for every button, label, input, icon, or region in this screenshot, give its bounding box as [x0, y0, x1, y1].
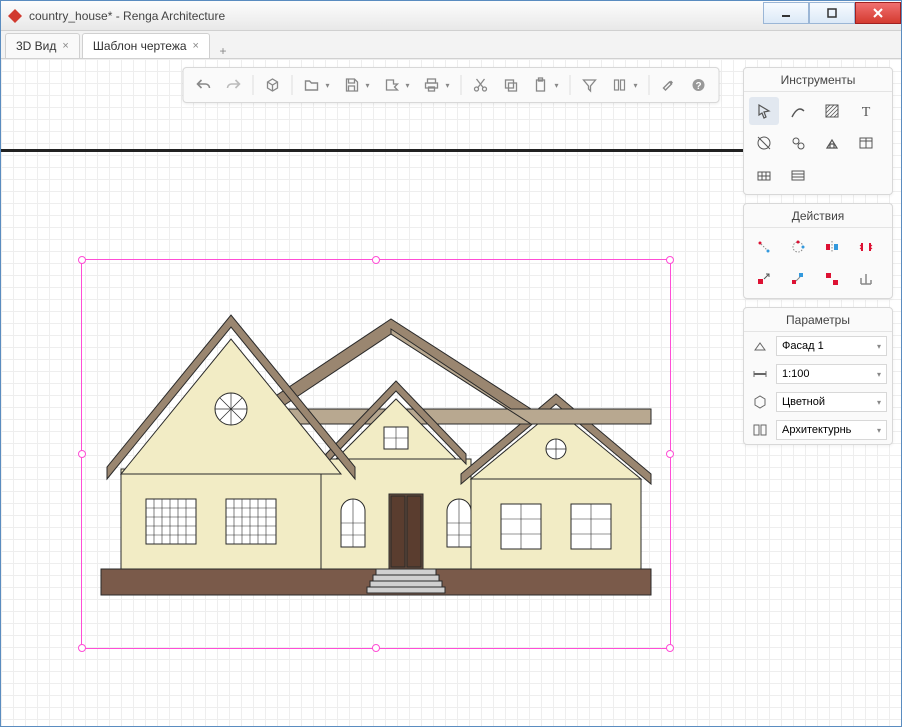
resize-handle[interactable] [666, 644, 674, 652]
color-icon [749, 391, 771, 413]
panel-title: Инструменты [744, 68, 892, 92]
cut-button[interactable] [467, 72, 495, 98]
grid-tool[interactable] [749, 161, 779, 189]
layers-button[interactable] [606, 72, 634, 98]
window-title: country_house* - Renga Architecture [29, 9, 763, 23]
resize-handle[interactable] [666, 256, 674, 264]
svg-text:?: ? [695, 81, 701, 92]
copy-button[interactable] [497, 72, 525, 98]
filter-button[interactable] [576, 72, 604, 98]
resize-handle[interactable] [78, 644, 86, 652]
scale-select[interactable]: 1:100▾ [776, 364, 887, 384]
stretch-action[interactable] [783, 265, 813, 293]
chevron-down-icon: ▾ [877, 370, 881, 379]
window-controls [763, 2, 901, 24]
resize-handle[interactable] [372, 644, 380, 652]
app-icon [7, 8, 23, 24]
settings-button[interactable] [655, 72, 683, 98]
side-panels: Инструменты T Действ [743, 59, 901, 445]
chevron-down-icon[interactable]: ▾ [446, 81, 456, 90]
maximize-button[interactable] [809, 2, 855, 24]
tab-3d-view[interactable]: 3D Вид × [5, 33, 80, 58]
close-icon[interactable]: × [193, 40, 199, 52]
text-tool[interactable]: T [851, 97, 881, 125]
export-button[interactable] [378, 72, 406, 98]
section-divider [1, 149, 743, 152]
chevron-down-icon: ▾ [877, 426, 881, 435]
select-tool[interactable] [749, 97, 779, 125]
tab-drawing-template[interactable]: Шаблон чертежа × [82, 33, 210, 58]
save-button[interactable] [338, 72, 366, 98]
undo-button[interactable] [190, 72, 218, 98]
axis-tool[interactable] [783, 129, 813, 157]
move-action[interactable] [749, 233, 779, 261]
print-button[interactable] [418, 72, 446, 98]
flip-action[interactable] [851, 233, 881, 261]
table-tool[interactable] [851, 129, 881, 157]
redo-button[interactable] [220, 72, 248, 98]
resize-handle[interactable] [372, 256, 380, 264]
paste-button[interactable] [527, 72, 555, 98]
chevron-down-icon: ▾ [877, 398, 881, 407]
mirror-action[interactable] [817, 233, 847, 261]
box-button[interactable] [259, 72, 287, 98]
chevron-down-icon[interactable]: ▾ [406, 81, 416, 90]
open-button[interactable] [298, 72, 326, 98]
canvas[interactable]: ▾ ▾ ▾ ▾ ▾ ▾ ? [1, 59, 901, 726]
resize-handle[interactable] [78, 450, 86, 458]
tab-bar: 3D Вид × Шаблон чертежа × + [1, 31, 901, 59]
rotate-action[interactable] [783, 233, 813, 261]
dimension-tool[interactable] [749, 129, 779, 157]
tab-label: Шаблон чертежа [93, 39, 187, 53]
tools-panel: Инструменты T [743, 67, 893, 195]
resize-handle[interactable] [78, 256, 86, 264]
app-body: ▾ ▾ ▾ ▾ ▾ ▾ ? [1, 59, 901, 726]
view-icon [749, 335, 771, 357]
new-tab-button[interactable]: + [212, 44, 234, 58]
minimize-button[interactable] [763, 2, 809, 24]
panel-title: Параметры [744, 308, 892, 332]
tab-label: 3D Вид [16, 39, 56, 53]
array-action[interactable] [817, 265, 847, 293]
close-icon[interactable]: × [62, 40, 68, 52]
chevron-down-icon[interactable]: ▾ [634, 81, 644, 90]
view-select[interactable]: Фасад 1▾ [776, 336, 887, 356]
params-panel: Параметры Фасад 1▾ 1:100▾ Цветной▾ [743, 307, 893, 445]
scale-action[interactable] [749, 265, 779, 293]
main-toolbar: ▾ ▾ ▾ ▾ ▾ ▾ ? [183, 67, 720, 103]
section-tool[interactable] [817, 129, 847, 157]
schedule-tool[interactable] [783, 161, 813, 189]
line-tool[interactable] [783, 97, 813, 125]
align-action[interactable] [851, 265, 881, 293]
color-select[interactable]: Цветной▾ [776, 392, 887, 412]
hatch-tool[interactable] [817, 97, 847, 125]
style-icon [749, 419, 771, 441]
app-window: country_house* - Renga Architecture 3D В… [0, 0, 902, 727]
help-button[interactable]: ? [685, 72, 713, 98]
chevron-down-icon[interactable]: ▾ [555, 81, 565, 90]
titlebar: country_house* - Renga Architecture [1, 1, 901, 31]
svg-text:T: T [862, 105, 871, 119]
chevron-down-icon[interactable]: ▾ [366, 81, 376, 90]
chevron-down-icon: ▾ [877, 342, 881, 351]
house-drawing [91, 279, 661, 619]
style-select[interactable]: Архитектурнь▾ [776, 420, 887, 440]
actions-panel: Действия [743, 203, 893, 299]
close-button[interactable] [855, 2, 901, 24]
panel-title: Действия [744, 204, 892, 228]
chevron-down-icon[interactable]: ▾ [326, 81, 336, 90]
resize-handle[interactable] [666, 450, 674, 458]
scale-icon [749, 363, 771, 385]
